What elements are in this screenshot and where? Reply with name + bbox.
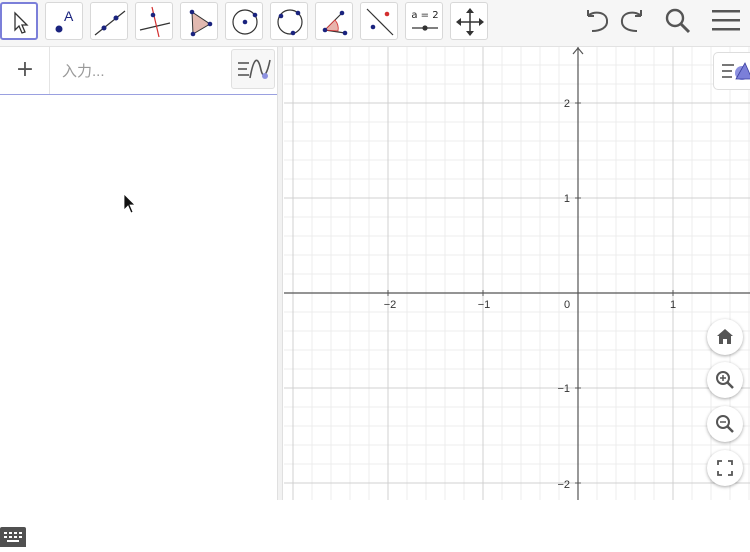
move-tool-button[interactable]	[0, 2, 38, 40]
algebra-input-row: + 入力...	[0, 47, 277, 95]
home-icon	[717, 329, 733, 344]
point-tool-letter: A	[64, 8, 74, 24]
x-tick-label: −2	[384, 299, 397, 311]
x-tick-label: 1	[670, 299, 676, 311]
move-arrows-icon	[456, 8, 484, 36]
x-tick-label: −1	[478, 299, 491, 311]
cursor-arrow-icon	[14, 11, 29, 34]
circle-three-points-tool-button[interactable]	[270, 2, 308, 40]
mouse-pointer-icon	[123, 193, 139, 222]
fullscreen-icon	[717, 460, 733, 476]
y-tick-label: 2	[564, 98, 570, 110]
angle-icon	[322, 10, 348, 36]
redo-icon	[620, 10, 642, 32]
line-tool-button[interactable]	[90, 2, 128, 40]
plus-icon: +	[15, 57, 35, 82]
algebra-view: + 入力...	[0, 47, 277, 547]
circle-center-point-icon	[232, 9, 258, 35]
graphics-style-icon	[722, 62, 750, 80]
zoom-out-icon	[716, 415, 734, 433]
y-tick-label: 1	[564, 193, 570, 205]
slider-tool-button[interactable]: a = 2	[405, 2, 443, 40]
panel-resize-handle[interactable]	[277, 47, 283, 500]
circle-center-tool-button[interactable]	[225, 2, 263, 40]
virtual-keyboard-button[interactable]	[0, 527, 26, 547]
hamburger-menu-icon	[712, 10, 740, 31]
algebra-input-field[interactable]: 入力...	[62, 60, 105, 81]
slider-icon	[412, 25, 438, 31]
algebra-settings-button[interactable]	[231, 49, 275, 89]
undo-button[interactable]	[580, 4, 614, 38]
y-tick-label: −2	[557, 479, 570, 491]
point-tool-button[interactable]: A	[45, 2, 83, 40]
perpendicular-line-icon	[139, 6, 171, 38]
polygon-icon	[189, 9, 213, 37]
home-view-button[interactable]	[707, 319, 743, 355]
graphics-view[interactable]: −2 −1 0 1 2 1 −1 −2	[284, 47, 750, 500]
search-button[interactable]	[661, 4, 695, 38]
keyboard-icon	[4, 532, 22, 542]
reflect-tool-button[interactable]	[360, 2, 398, 40]
main-menu-button[interactable]	[709, 4, 743, 38]
undo-icon	[587, 10, 609, 32]
perpendicular-line-tool-button[interactable]	[135, 2, 173, 40]
zoom-in-button[interactable]	[707, 362, 743, 398]
algebra-style-icon	[238, 59, 271, 79]
redo-button[interactable]	[615, 4, 649, 38]
polygon-tool-button[interactable]	[180, 2, 218, 40]
circle-three-points-icon	[277, 9, 303, 36]
zoom-in-icon	[716, 371, 734, 389]
fullscreen-button[interactable]	[707, 450, 743, 486]
coordinate-grid: −2 −1 0 1 2 1 −1 −2	[284, 47, 750, 500]
search-icon	[665, 8, 691, 34]
angle-tool-button[interactable]	[315, 2, 353, 40]
add-item-button[interactable]: +	[0, 47, 50, 94]
toolbar: A a = 2	[0, 0, 750, 47]
graphics-style-button[interactable]	[713, 52, 750, 90]
reflect-about-line-icon	[366, 8, 394, 36]
move-graphics-view-tool-button[interactable]	[450, 2, 488, 40]
y-tick-label: −1	[557, 383, 570, 395]
zoom-out-button[interactable]	[707, 406, 743, 442]
origin-label: 0	[564, 299, 570, 311]
line-through-points-icon	[94, 10, 126, 36]
